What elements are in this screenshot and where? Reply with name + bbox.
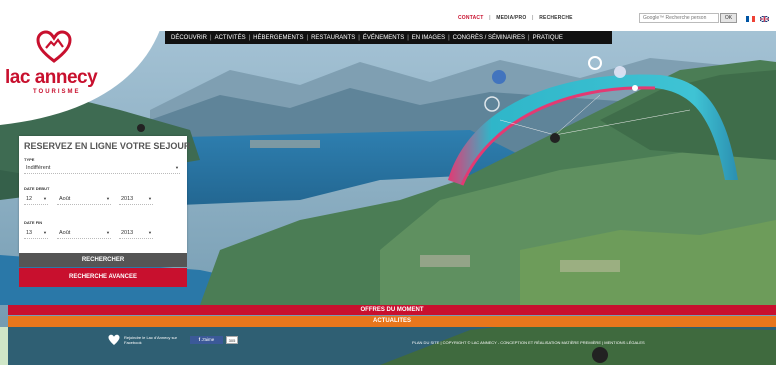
site-logo[interactable]: lac annecy TOURISME	[0, 0, 160, 115]
advanced-search-button[interactable]: RECHERCHE AVANCEE	[19, 268, 187, 287]
end-day-select[interactable]: 13 ▼	[24, 229, 48, 239]
end-month-value: Août	[59, 230, 71, 236]
search-ok-button[interactable]: OK	[720, 13, 737, 23]
footer-left-strip	[0, 327, 8, 365]
nav-item-decouvrir[interactable]: DÉCOUVRIR	[171, 35, 207, 41]
nav-separator: |	[306, 34, 309, 41]
contact-link[interactable]: CONTACT	[458, 15, 483, 21]
facebook-f-icon: f	[198, 337, 201, 342]
nav-item-restaurants[interactable]: RESTAURANTS	[311, 35, 355, 41]
english-flag-icon[interactable]	[760, 16, 769, 22]
end-date-label: DATE FIN	[24, 220, 43, 225]
start-month-value: Août	[59, 196, 71, 202]
nav-separator: |	[407, 34, 409, 41]
end-month-select[interactable]: Août ▼	[57, 229, 111, 239]
logo-subtitle: TOURISME	[33, 89, 81, 95]
type-label: TYPE	[24, 157, 35, 162]
end-year-value: 2013	[121, 230, 134, 236]
chevron-down-icon: ▼	[43, 230, 47, 235]
media-pro-link[interactable]: MEDIA/PRO	[496, 15, 526, 21]
chevron-down-icon: ▼	[148, 196, 152, 201]
heart-small-icon	[108, 334, 120, 345]
booking-panel: RESERVEZ EN LIGNE VOTRE SEJOUR TYPE Indi…	[19, 136, 191, 253]
start-day-select[interactable]: 12 ▼	[24, 195, 48, 205]
chevron-down-icon: ▼	[175, 165, 179, 170]
top-links: CONTACT | MEDIA/PRO | RECHERCHE	[458, 15, 573, 21]
nav-separator: |	[448, 34, 450, 41]
nav-item-en-images[interactable]: EN IMAGES	[412, 35, 445, 41]
end-year-select[interactable]: 2013 ▼	[119, 229, 153, 239]
start-day-value: 12	[26, 196, 33, 202]
nav-separator: |	[528, 34, 530, 41]
footer-links[interactable]: PLAN DU SITE | COPYRIGHT © LAC ANNECY - …	[412, 340, 645, 345]
chevron-down-icon: ▼	[43, 196, 47, 201]
nav-separator: |	[358, 34, 360, 41]
nav-item-activites[interactable]: ACTIVITÉS	[215, 35, 246, 41]
search-button[interactable]: RECHERCHER	[19, 253, 187, 267]
nav-item-pratique[interactable]: PRATIQUE	[533, 35, 563, 41]
start-year-value: 2013	[121, 196, 134, 202]
facebook-like-button[interactable]: f J'aime	[190, 336, 223, 344]
facebook-like-label: J'aime	[201, 337, 215, 342]
recherche-link[interactable]: RECHERCHE	[539, 15, 572, 21]
logo-name: lac annecy	[5, 67, 98, 88]
offers-bar[interactable]: OFFRES DU MOMENT	[8, 305, 776, 315]
heart-logo-icon	[36, 30, 72, 63]
start-year-select[interactable]: 2013 ▼	[119, 195, 153, 205]
search-input[interactable]	[639, 13, 719, 23]
top-link-separator: |	[489, 15, 491, 21]
facebook-like-count: 305	[226, 336, 238, 344]
start-month-select[interactable]: Août ▼	[57, 195, 111, 205]
booking-title: RESERVEZ EN LIGNE VOTRE SEJOUR	[24, 141, 191, 151]
news-bar[interactable]: ACTUALITES	[8, 316, 776, 327]
nav-item-evenements[interactable]: ÉVÉNEMENTS	[363, 35, 404, 41]
start-date-label: DATE DEBUT	[24, 186, 50, 191]
nav-separator: |	[210, 34, 212, 41]
nav-item-congres[interactable]: CONGRÈS / SÉMINAIRES	[453, 35, 525, 41]
main-nav: DÉCOUVRIR | ACTIVITÉS | HÉBERGEMENTS | REST…	[165, 31, 612, 44]
type-value: Indifférent	[26, 165, 51, 171]
french-flag-icon[interactable]	[746, 16, 755, 22]
chevron-down-icon: ▼	[106, 230, 110, 235]
nav-item-hebergements[interactable]: HÉBERGEMENTS	[253, 35, 303, 41]
chevron-down-icon: ▼	[148, 230, 152, 235]
chevron-down-icon: ▼	[106, 196, 110, 201]
type-select[interactable]: Indifférent ▼	[24, 164, 180, 174]
facebook-join-text[interactable]: Rejoindre le Lac d'Annecy sur Facebook	[124, 335, 184, 345]
top-link-separator: |	[532, 15, 534, 21]
end-day-value: 13	[26, 230, 33, 236]
nav-separator: |	[248, 34, 251, 41]
